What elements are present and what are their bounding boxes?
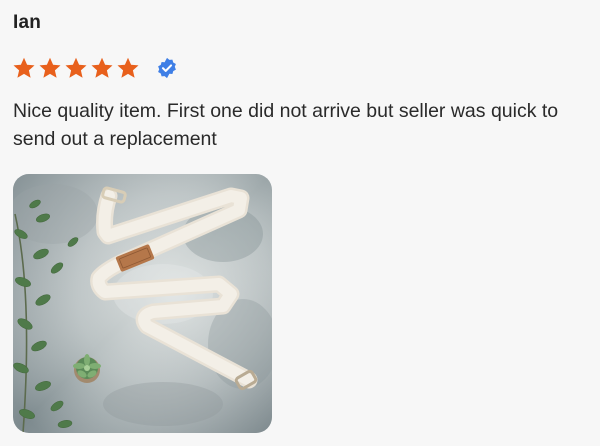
review-photo[interactable] [13,174,272,433]
star-icon [64,56,88,80]
star-icon [38,56,62,80]
star-icon [116,56,140,80]
star-icon [90,56,114,80]
verified-check-badge-icon [156,57,178,79]
star-icon [12,56,36,80]
review-text: Nice quality item. First one did not arr… [13,100,559,150]
star-rating [12,56,178,80]
review-card: Ian Nice quality item. First one did not… [0,0,600,446]
reviewer-name: Ian [13,12,42,33]
